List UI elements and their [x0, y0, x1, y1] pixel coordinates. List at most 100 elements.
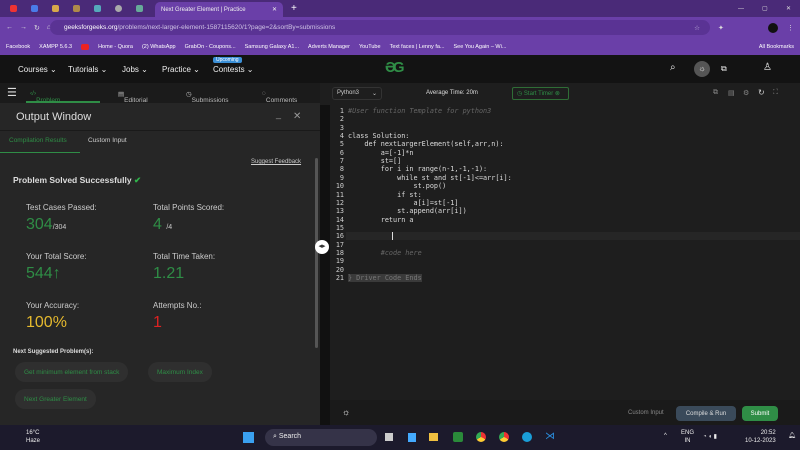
tab[interactable] — [110, 3, 126, 15]
bookmark-star-icon[interactable]: ☆ — [694, 24, 700, 32]
extensions-icon[interactable]: ✦ — [718, 24, 724, 32]
settings-icon[interactable]: ⚙ — [743, 89, 749, 97]
xbox-icon[interactable] — [453, 432, 463, 442]
theme-icon[interactable]: ☼ — [342, 407, 350, 417]
bookmark[interactable]: Samsung Galaxy A1... — [245, 44, 299, 50]
profile-avatar[interactable] — [768, 22, 778, 33]
wifi-volume-battery-icons[interactable]: ◔ ◖ ▮ — [703, 433, 717, 440]
active-tab[interactable]: Next Greater Element | Practice ✕ — [155, 2, 283, 17]
clock[interactable]: 20:52 10-12-2023 — [745, 429, 776, 445]
forward-icon[interactable]: → — [20, 24, 27, 31]
tab-custom-input[interactable]: Custom Input — [88, 137, 127, 144]
suggested-problem[interactable]: Get minimum element from stack — [15, 362, 129, 382]
code-line[interactable]: #code here — [348, 249, 422, 257]
back-icon[interactable]: ← — [6, 24, 13, 31]
weather-widget[interactable]: 16°C Haze — [12, 429, 40, 445]
bookmark[interactable]: Facebook — [6, 44, 30, 50]
suggested-problem[interactable]: Next Greater Element — [15, 389, 96, 409]
compile-run-button[interactable]: Compile & Run — [676, 406, 736, 421]
nav-tutorials[interactable]: Tutorials ⌄ — [68, 65, 107, 74]
copy-icon[interactable]: ⧉ — [713, 89, 718, 97]
youtube-bookmark-icon[interactable] — [81, 43, 90, 50]
bookmark[interactable]: Adverts Manager — [308, 44, 350, 50]
theme-toggle-icon[interactable]: ☼ — [694, 61, 710, 77]
menu-hamburger-icon[interactable]: ☰ — [7, 86, 17, 99]
chrome-active-icon[interactable] — [499, 432, 509, 442]
code-line[interactable]: for i in range(n-1,-1,-1): — [348, 165, 487, 173]
user-icon[interactable]: ♙ — [763, 62, 772, 73]
notification-icon[interactable]: 🔔︎ — [788, 432, 796, 439]
maximize-window-icon[interactable]: ▢ — [762, 5, 768, 12]
edge-icon[interactable] — [522, 432, 532, 442]
language-indicator[interactable]: ENG IN — [681, 429, 694, 445]
bookmark[interactable]: YouTube — [359, 44, 381, 50]
start-icon[interactable] — [243, 432, 254, 443]
minimize-window-icon[interactable]: — — [738, 6, 744, 12]
code-line[interactable]: return a — [348, 216, 414, 224]
task-view-icon[interactable] — [385, 433, 393, 441]
nav-jobs[interactable]: Jobs ⌄ — [122, 65, 148, 74]
bookmark[interactable]: Text faces | Lenny fa... — [390, 44, 445, 50]
submit-button[interactable]: Submit — [742, 406, 778, 421]
reset-icon[interactable]: ↻ — [758, 88, 765, 97]
search-icon[interactable]: ⌕ — [670, 62, 676, 73]
tab[interactable] — [89, 3, 105, 15]
file-icon[interactable]: ▤ — [728, 89, 735, 97]
tab[interactable] — [131, 3, 147, 15]
code-line[interactable]: if st: — [348, 191, 422, 199]
minimize-output-icon[interactable]: _ — [276, 109, 281, 119]
custom-input-button[interactable]: Custom Input — [628, 410, 664, 416]
tray-chevron-icon[interactable]: ^ — [664, 433, 667, 439]
resize-handle-icon[interactable]: ◂▸ — [315, 240, 329, 254]
search-box[interactable]: ⌕ Search — [265, 429, 377, 446]
code-line[interactable]: a[i]=st[-1] — [348, 199, 458, 207]
close-tab-icon[interactable]: ✕ — [272, 6, 277, 13]
tab-problem[interactable]: ‹/› Problem — [30, 90, 60, 104]
menu-icon[interactable]: ⋮ — [787, 24, 794, 32]
close-output-icon[interactable]: ✕ — [293, 111, 301, 122]
code-line[interactable]: st.append(arr[i]) — [348, 207, 467, 215]
new-tab-button[interactable]: + — [291, 3, 297, 14]
tab-editorial[interactable]: ▤ Editorial — [118, 90, 148, 104]
bookmark[interactable]: Home - Quora — [98, 44, 133, 50]
tab[interactable] — [68, 3, 84, 15]
nav-practice[interactable]: Practice ⌄ — [162, 65, 200, 74]
code-line[interactable]: #User function Template for python3 — [348, 107, 491, 115]
code-editor[interactable]: 1 #User function Template for python3 2 3 4 c… — [330, 105, 800, 400]
close-window-icon[interactable]: ✕ — [786, 5, 791, 12]
tab-comments[interactable]: ◌ Comments — [262, 90, 297, 104]
fullscreen-icon[interactable]: ⛶ — [773, 89, 778, 97]
nav-courses[interactable]: Courses ⌄ — [18, 65, 57, 74]
explorer-icon[interactable] — [429, 433, 438, 441]
tab[interactable] — [26, 3, 42, 15]
language-select[interactable]: Python3 ⌄ — [332, 87, 382, 100]
all-bookmarks[interactable]: All Bookmarks — [759, 44, 794, 50]
code-line[interactable]: } Driver Code Ends — [348, 274, 422, 282]
tab-compilation-results[interactable]: Compilation Results — [9, 137, 67, 144]
suggested-problem[interactable]: Maximum Index — [148, 362, 212, 382]
tab[interactable] — [5, 3, 21, 15]
vscode-icon[interactable]: ⋊ — [545, 431, 555, 442]
code-line[interactable]: a=[-1]*n — [348, 149, 414, 157]
start-timer-button[interactable]: ◷ Start Timer ⊗ — [512, 87, 569, 100]
gfg-logo[interactable]: ƏG — [385, 59, 404, 76]
translate-icon[interactable]: ⧉ — [721, 64, 727, 74]
code-line[interactable]: while st and st[-1]<=arr[i]: — [348, 174, 512, 182]
bookmark[interactable]: XAMPP 5.6.3 — [39, 44, 72, 50]
nav-contests[interactable]: Contests ⌄ — [213, 65, 254, 74]
code-line[interactable]: st.pop() — [348, 182, 446, 190]
panel-divider[interactable]: ◂▸ — [315, 103, 330, 425]
bookmark[interactable]: See You Again – Wi... — [454, 44, 507, 50]
bookmark[interactable]: (2) WhatsApp — [142, 44, 176, 50]
code-line[interactable]: class Solution: — [348, 132, 409, 140]
code-line[interactable]: def nextLargerElement(self,arr,n): — [348, 140, 503, 148]
tab[interactable] — [47, 3, 63, 15]
reload-icon[interactable]: ↻ — [34, 24, 40, 32]
url-input[interactable]: geeksforgeeks.org/problems/next-larger-e… — [50, 20, 710, 35]
store-icon[interactable] — [408, 433, 416, 442]
chrome-icon[interactable] — [476, 432, 486, 442]
tab-submissions[interactable]: ◷ Submissions — [186, 90, 229, 104]
suggest-feedback-link[interactable]: Suggest Feedback — [251, 159, 301, 165]
bookmark[interactable]: GrabOn - Coupons... — [185, 44, 236, 50]
code-line[interactable]: st=[] — [348, 157, 401, 165]
